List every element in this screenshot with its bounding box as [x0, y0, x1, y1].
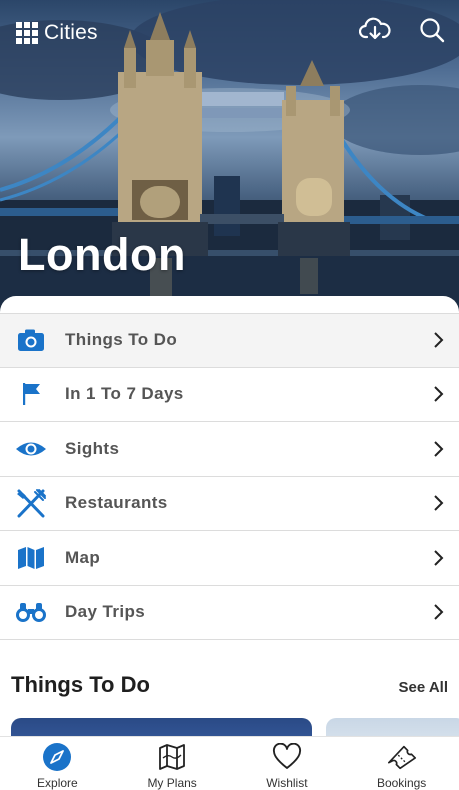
content-sheet: Things To Do In 1 To 7 Days Sights Resta… [0, 296, 459, 736]
nav-label: Explore [37, 776, 78, 790]
chevron-right-icon [434, 441, 444, 457]
compass-icon [41, 742, 73, 772]
menu-item-day-trips[interactable]: Day Trips [0, 586, 459, 640]
nav-item-wishlist[interactable]: Wishlist [230, 737, 345, 790]
cities-label: Cities [44, 21, 98, 44]
menu-item-sights[interactable]: Sights [0, 422, 459, 477]
nav-item-my-plans[interactable]: My Plans [115, 737, 230, 790]
map-icon [14, 543, 48, 573]
flag-icon [14, 379, 48, 409]
see-all-link[interactable]: See All [399, 679, 448, 696]
city-title: London [18, 229, 186, 280]
bottom-navigation: Explore My Plans Wishlist Bookings [0, 736, 459, 790]
camera-icon [14, 325, 48, 355]
activity-card[interactable] [11, 718, 312, 736]
grid-menu-icon [16, 22, 38, 44]
fork-knife-icon [14, 488, 48, 518]
things-to-do-heading: Things To Do [11, 672, 150, 697]
menu-item-map[interactable]: Map [0, 531, 459, 586]
chevron-right-icon [434, 604, 444, 620]
cities-button[interactable]: Cities [16, 20, 98, 46]
menu-item-label: Day Trips [65, 602, 146, 622]
city-menu: Things To Do In 1 To 7 Days Sights Resta… [0, 313, 459, 640]
eye-icon [14, 434, 48, 464]
search-icon[interactable] [418, 16, 446, 44]
menu-item-label: Things To Do [65, 330, 178, 350]
menu-item-things-to-do[interactable]: Things To Do [0, 313, 459, 368]
activity-card[interactable] [326, 718, 459, 736]
chevron-right-icon [434, 386, 444, 402]
menu-item-label: Restaurants [65, 493, 168, 513]
cloud-download-icon[interactable] [358, 16, 391, 44]
chevron-right-icon [434, 550, 444, 566]
menu-item-restaurants[interactable]: Restaurants [0, 477, 459, 531]
hero-banner: Cities London [0, 0, 459, 312]
heart-icon [271, 742, 303, 772]
menu-item-label: Map [65, 547, 101, 567]
map-icon [156, 742, 188, 772]
nav-label: Wishlist [266, 776, 308, 790]
menu-item-in-1-to-7-days[interactable]: In 1 To 7 Days [0, 368, 459, 422]
nav-label: My Plans [147, 776, 197, 790]
binoculars-icon [14, 597, 48, 627]
top-bar: Cities [0, 0, 459, 64]
nav-item-bookings[interactable]: Bookings [344, 737, 459, 790]
menu-item-label: Sights [65, 438, 120, 458]
chevron-right-icon [434, 332, 444, 348]
nav-item-explore[interactable]: Explore [0, 737, 115, 790]
chevron-right-icon [434, 495, 444, 511]
nav-label: Bookings [376, 776, 427, 790]
ticket-icon [386, 742, 418, 772]
menu-item-label: In 1 To 7 Days [65, 384, 184, 404]
